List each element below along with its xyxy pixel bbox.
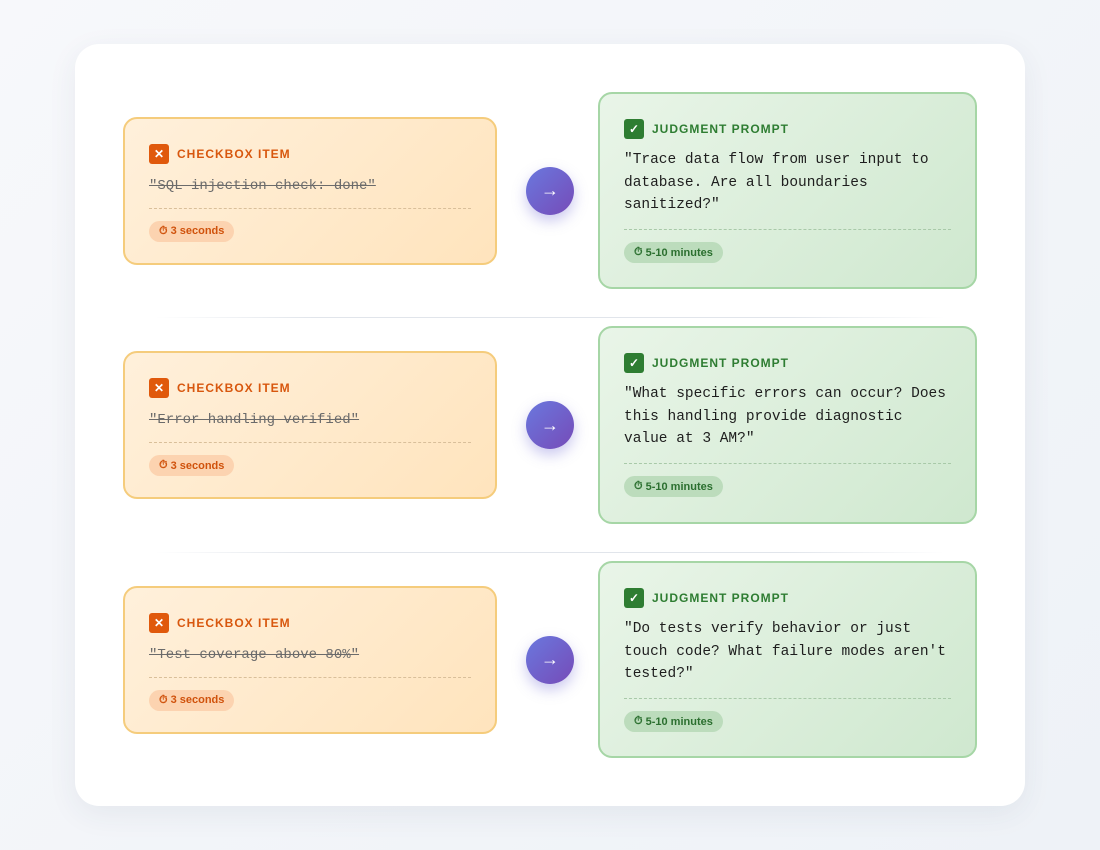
- checkbox-item-card: ✕ CHECKBOX ITEM "Error handling verified…: [123, 351, 497, 499]
- time-badge: ⏱ 3 seconds: [149, 220, 235, 242]
- x-icon: ✕: [149, 612, 169, 633]
- time-badge: ⏱ 5-10 minutes: [624, 476, 723, 497]
- time-badge-text: 3 seconds: [170, 459, 225, 472]
- dashed-divider: [624, 698, 951, 699]
- checkbox-item-label: CHECKBOX ITEM: [177, 146, 291, 161]
- card-header: ✓ JUDGMENT PROMPT: [624, 118, 951, 140]
- arrow-right-icon: →: [526, 635, 574, 684]
- dashed-divider: [624, 463, 951, 464]
- arrow-right-icon: →: [526, 166, 574, 215]
- time-badge-text: 3 seconds: [170, 694, 225, 706]
- arrow-right-icon: →: [526, 401, 574, 449]
- checkbox-item-label: CHECKBOX ITEM: [177, 615, 291, 630]
- time-badge: ⏱ 5-10 minutes: [624, 242, 723, 263]
- check-icon: ✓: [624, 119, 644, 139]
- comparison-row: ✕ CHECKBOX ITEM "SQL injection check: do…: [123, 92, 977, 289]
- time-badge-text: 5-10 minutes: [645, 715, 713, 728]
- judgment-prompt-label: JUDGMENT PROMPT: [652, 122, 790, 136]
- dashed-divider: [149, 676, 471, 678]
- card-header: ✕ CHECKBOX ITEM: [149, 612, 471, 634]
- judgment-prompt-text: "What specific errors can occur? Does th…: [624, 386, 946, 447]
- checkbox-item-label: CHECKBOX ITEM: [177, 381, 291, 395]
- timer-icon: ⏱: [634, 246, 643, 258]
- comparison-row: ✕ CHECKBOX ITEM "Error handling verified…: [123, 326, 977, 524]
- timer-icon: ⏱: [159, 224, 168, 237]
- card-header: ✕ CHECKBOX ITEM: [149, 143, 471, 165]
- judgment-prompt-label: JUDGMENT PROMPT: [652, 591, 790, 605]
- checkbox-item-text: "SQL injection check: done": [149, 177, 376, 194]
- judgment-prompt-card: ✓ JUDGMENT PROMPT "Do tests verify behav…: [598, 561, 977, 758]
- time-badge: ⏱ 5-10 minutes: [624, 711, 723, 732]
- checkbox-item-card: ✕ CHECKBOX ITEM "Test coverage above 80%…: [123, 585, 497, 734]
- check-icon: ✓: [624, 353, 644, 373]
- time-badge-text: 5-10 minutes: [645, 246, 713, 259]
- checkbox-item-text: "Error handling verified": [149, 412, 360, 428]
- timer-icon: ⏱: [159, 693, 168, 706]
- judgment-prompt-text: "Trace data flow from user input to data…: [624, 152, 929, 213]
- checkbox-item-card: ✕ CHECKBOX ITEM "SQL injection check: do…: [123, 116, 497, 265]
- comparison-panel: ✕ CHECKBOX ITEM "SQL injection check: do…: [75, 44, 1025, 806]
- timer-icon: ⏱: [634, 715, 643, 727]
- judgment-prompt-text: "Do tests verify behavior or just touch …: [624, 621, 946, 682]
- dashed-divider: [624, 229, 951, 230]
- judgment-prompt-label: JUDGMENT PROMPT: [652, 356, 790, 370]
- row-divider: [155, 317, 945, 318]
- card-header: ✕ CHECKBOX ITEM: [149, 377, 471, 399]
- comparison-row: ✕ CHECKBOX ITEM "Test coverage above 80%…: [123, 561, 977, 758]
- dashed-divider: [149, 207, 471, 209]
- time-badge: ⏱ 3 seconds: [149, 455, 235, 476]
- x-icon: ✕: [149, 378, 169, 398]
- card-header: ✓ JUDGMENT PROMPT: [624, 587, 951, 609]
- timer-icon: ⏱: [634, 480, 643, 492]
- time-badge: ⏱ 3 seconds: [149, 689, 235, 711]
- checkbox-item-text: "Test coverage above 80%": [149, 646, 360, 663]
- row-divider: [155, 552, 945, 553]
- timer-icon: ⏱: [159, 459, 168, 471]
- time-badge-text: 3 seconds: [170, 225, 225, 237]
- x-icon: ✕: [149, 143, 169, 164]
- card-header: ✓ JUDGMENT PROMPT: [624, 352, 951, 374]
- check-icon: ✓: [624, 588, 644, 608]
- time-badge-text: 5-10 minutes: [645, 480, 713, 493]
- judgment-prompt-card: ✓ JUDGMENT PROMPT "What specific errors …: [598, 326, 977, 524]
- judgment-prompt-card: ✓ JUDGMENT PROMPT "Trace data flow from …: [598, 92, 977, 289]
- dashed-divider: [149, 442, 471, 443]
